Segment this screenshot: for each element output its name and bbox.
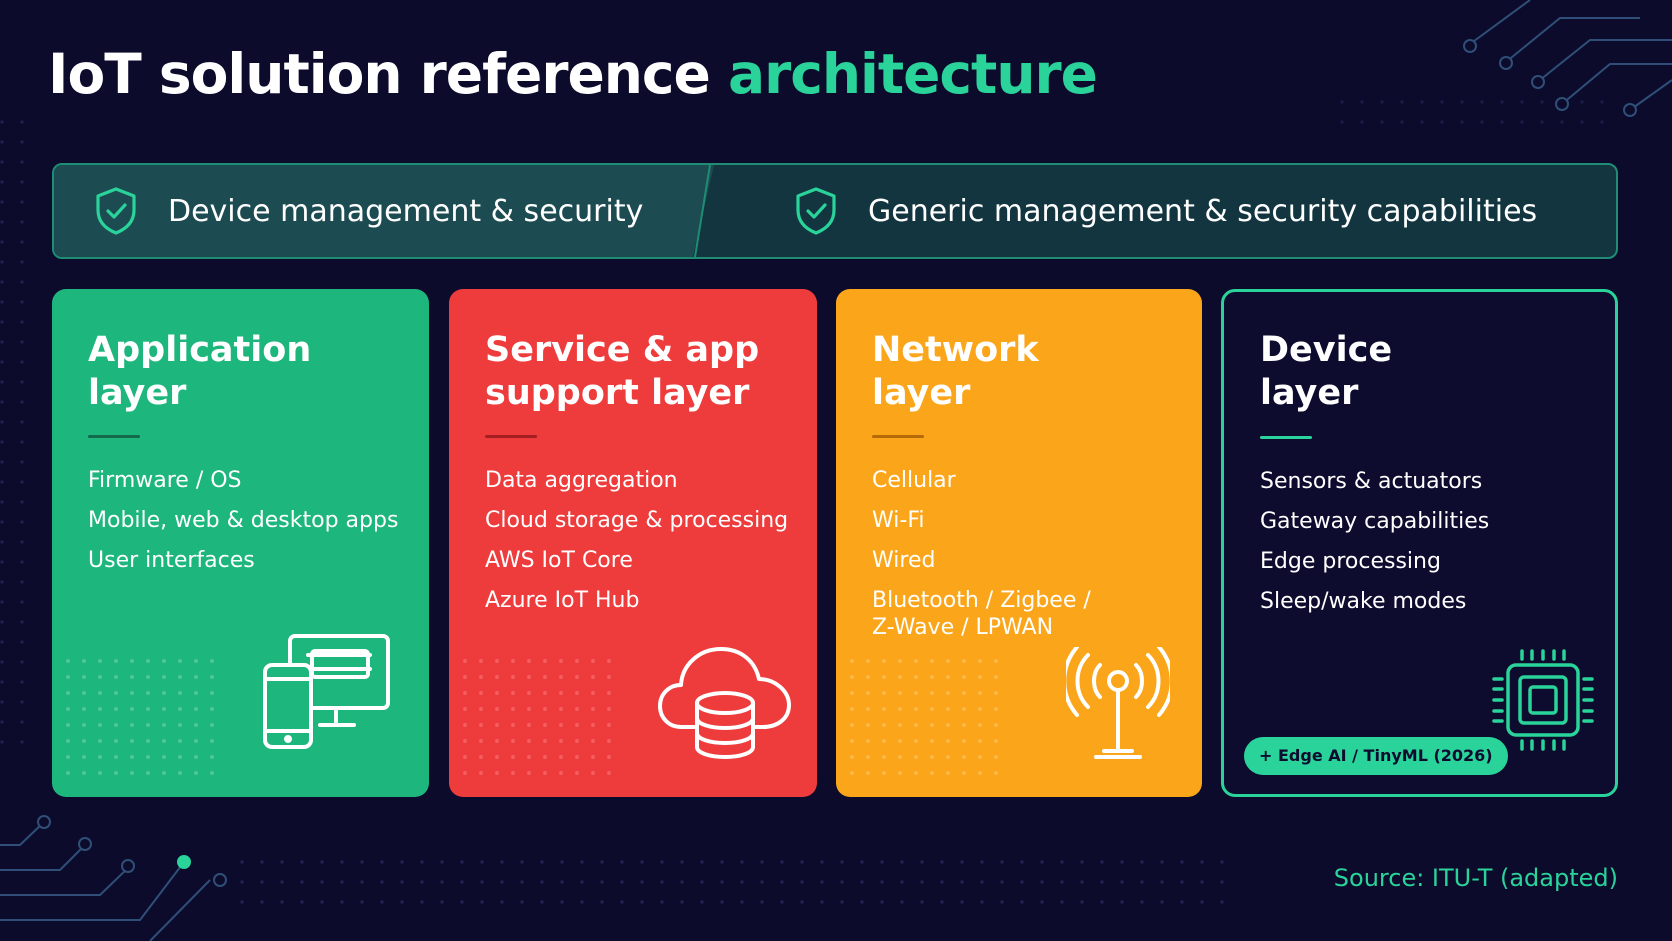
source-citation: Source: ITU-T (adapted)	[1333, 864, 1618, 892]
device-layer-card: Device layer Sensors & actuators Gateway…	[1221, 289, 1618, 797]
device-management-item: Device management & security	[94, 165, 643, 257]
title-underline	[88, 435, 140, 438]
layer-title: Service & app support layer	[485, 330, 760, 413]
application-layer-card: Application layer Firmware / OS Mobile, …	[52, 289, 429, 797]
devices-icon	[263, 634, 390, 749]
layer-items: Firmware / OS Mobile, web & desktop apps…	[88, 467, 418, 587]
list-item: Cellular	[872, 468, 956, 493]
layer-title: Application layer	[88, 330, 312, 413]
list-item: Wi-Fi	[872, 508, 925, 533]
list-item: Gateway capabilities	[1260, 509, 1490, 534]
list-item: Azure IoT Hub	[485, 588, 640, 613]
chip-icon	[1492, 649, 1594, 751]
list-item: Data aggregation	[485, 468, 678, 493]
card-dots-decoration	[848, 657, 1008, 787]
antenna-icon	[1066, 647, 1170, 759]
page-title-accent: architecture	[727, 42, 1098, 106]
edge-ai-badge: + Edge AI / TinyML (2026)	[1244, 737, 1508, 775]
layer-items: Cellular Wi-Fi Wired Bluetooth / Zigbee …	[872, 467, 1202, 654]
service-support-layer-card: Service & app support layer Data aggrega…	[449, 289, 817, 797]
management-security-bar: Device management & security Generic man…	[52, 163, 1618, 259]
list-item: Sleep/wake modes	[1260, 589, 1467, 614]
list-item: Wired	[872, 548, 936, 573]
list-item: AWS IoT Core	[485, 548, 633, 573]
title-underline	[1260, 436, 1312, 439]
shield-check-icon	[96, 187, 136, 235]
layer-title: Device layer	[1260, 330, 1393, 413]
card-dots-decoration	[461, 657, 621, 787]
list-item: Sensors & actuators	[1260, 469, 1483, 494]
list-item: Mobile, web & desktop apps	[88, 508, 399, 533]
shield-check-icon	[796, 187, 836, 235]
list-item: Cloud storage & processing	[485, 508, 789, 533]
list-item: User interfaces	[88, 548, 255, 573]
device-management-label: Device management & security	[168, 193, 644, 229]
card-dots-decoration	[64, 657, 224, 787]
page-title-main: IoT solution reference	[48, 42, 711, 106]
network-layer-card: Network layer Cellular Wi-Fi Wired Bluet…	[836, 289, 1202, 797]
cloud-database-icon	[658, 647, 791, 759]
layer-items: Sensors & actuators Gateway capabilities…	[1260, 468, 1590, 628]
title-underline	[485, 435, 537, 438]
list-item: Firmware / OS	[88, 468, 242, 493]
list-item: Bluetooth / Zigbee / Z-Wave / LPWAN	[872, 588, 1091, 640]
page-title: IoT solution reference architecture	[48, 42, 1098, 106]
generic-management-item: Generic management & security capabiliti…	[794, 165, 1537, 257]
generic-management-label: Generic management & security capabiliti…	[868, 193, 1538, 229]
title-underline	[872, 435, 924, 438]
layer-title: Network layer	[872, 330, 1039, 413]
layer-items: Data aggregation Cloud storage & process…	[485, 467, 815, 627]
list-item: Edge processing	[1260, 549, 1441, 574]
